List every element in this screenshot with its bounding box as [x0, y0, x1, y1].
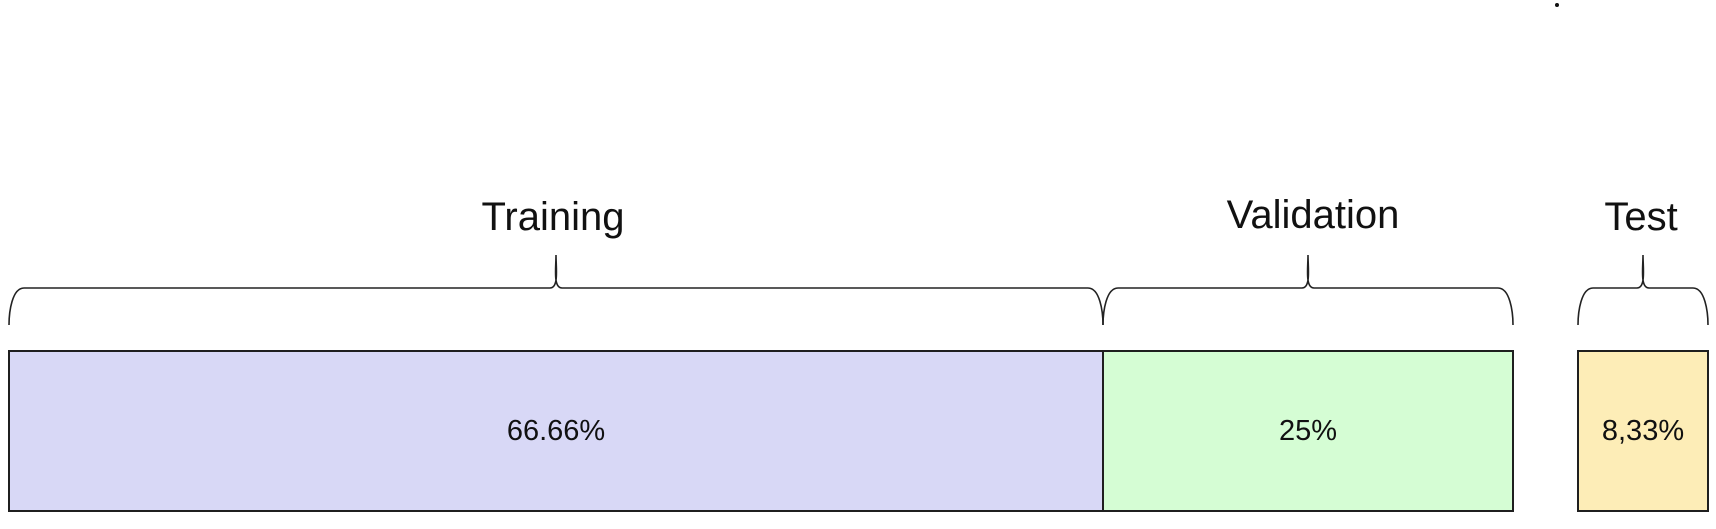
training-brace [8, 254, 1104, 326]
validation-brace [1102, 254, 1514, 326]
training-label: Training [481, 195, 625, 239]
test-segment: 8,33% [1577, 350, 1709, 512]
dot-mark [1555, 3, 1559, 7]
test-percentage: 8,33% [1601, 414, 1685, 447]
training-segment: 66.66% [8, 350, 1104, 512]
validation-label: Validation [1226, 193, 1400, 237]
validation-percentage: 25% [1278, 414, 1338, 447]
validation-segment: 25% [1102, 350, 1514, 512]
test-label: Test [1604, 195, 1678, 239]
dataset-split-diagram: Training Validation Test 66.66% 25% 8,33… [0, 0, 1716, 529]
test-brace [1577, 254, 1709, 326]
training-percentage: 66.66% [506, 414, 606, 447]
